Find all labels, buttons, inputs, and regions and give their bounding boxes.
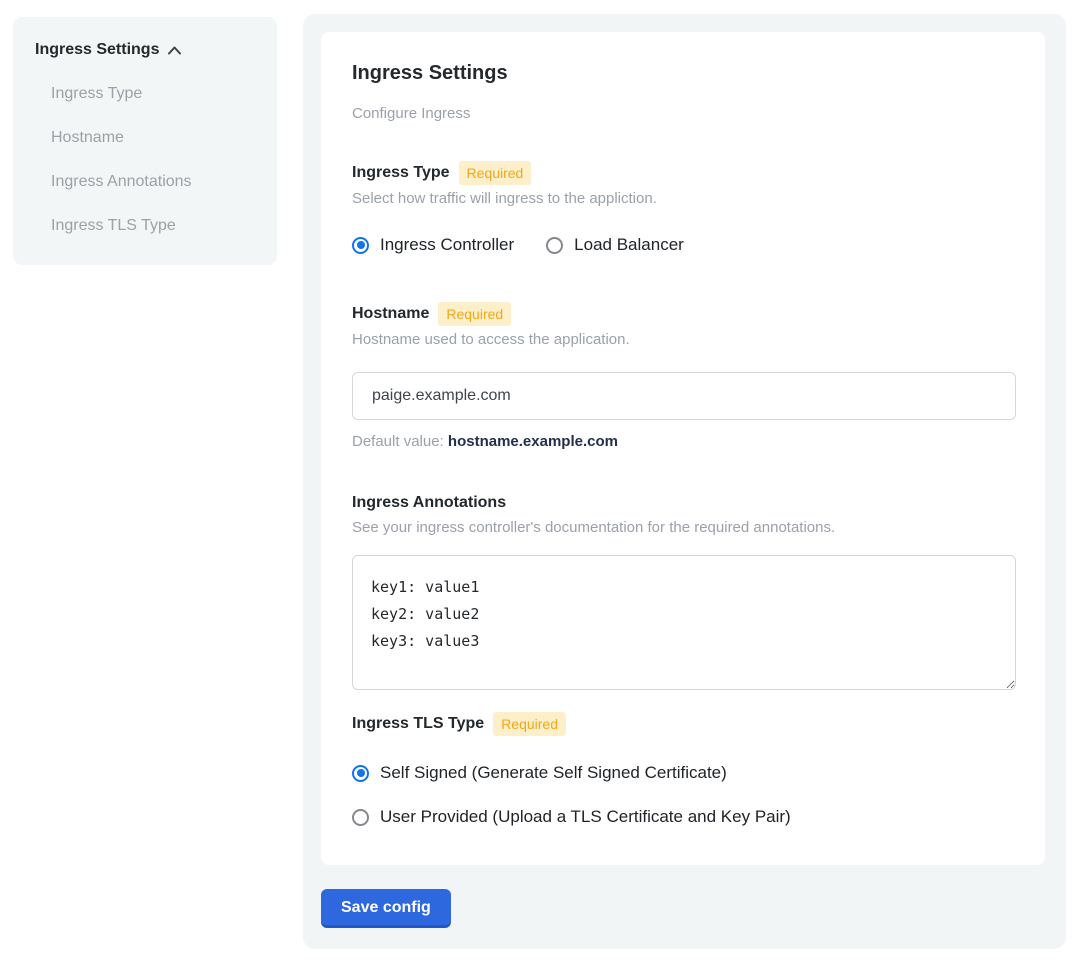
radio-selected-icon[interactable] (352, 765, 369, 782)
hostname-description: Hostname used to access the application. (352, 330, 1016, 350)
ingress-tls-radio-group: Self Signed (Generate Self Signed Certif… (352, 763, 1016, 827)
ingress-type-radio-group: Ingress Controller Load Balancer (352, 235, 1016, 255)
ingress-type-heading: Ingress Type Required (352, 161, 1016, 185)
required-badge: Required (438, 302, 511, 326)
hostname-default-line: Default value: hostname.example.com (352, 433, 1016, 450)
save-config-button[interactable]: Save config (321, 889, 451, 928)
ingress-annotations-label: Ingress Annotations (352, 492, 506, 514)
radio-self-signed-label: Self Signed (Generate Self Signed Certif… (380, 763, 727, 783)
sidebar-section-ingress-settings[interactable]: Ingress Settings (35, 41, 257, 59)
ingress-tls-type-label: Ingress TLS Type (352, 713, 484, 735)
radio-self-signed[interactable]: Self Signed (Generate Self Signed Certif… (352, 763, 1016, 783)
radio-load-balancer-label: Load Balancer (574, 235, 684, 255)
radio-ingress-controller[interactable]: Ingress Controller (352, 235, 514, 255)
radio-ingress-controller-label: Ingress Controller (380, 235, 514, 255)
sidebar-item-ingress-tls-type[interactable]: Ingress TLS Type (35, 217, 257, 235)
ingress-annotations-textarea[interactable]: key1: value1 key2: value2 key3: value3 (352, 555, 1016, 690)
radio-unselected-icon[interactable] (546, 237, 563, 254)
default-value-text: hostname.example.com (448, 433, 618, 450)
ingress-settings-panel: Ingress Settings Configure Ingress Ingre… (303, 14, 1066, 949)
ingress-type-label: Ingress Type (352, 162, 450, 184)
ingress-type-description: Select how traffic will ingress to the a… (352, 189, 1016, 209)
radio-load-balancer[interactable]: Load Balancer (546, 235, 684, 255)
required-badge: Required (459, 161, 532, 185)
sidebar-item-ingress-annotations[interactable]: Ingress Annotations (35, 173, 257, 191)
required-badge: Required (493, 712, 566, 736)
field-group-ingress-type: Ingress Type Required Select how traffic… (352, 161, 1016, 255)
hostname-heading: Hostname Required (352, 302, 1016, 326)
ingress-annotations-description: See your ingress controller's documentat… (352, 518, 1016, 538)
hostname-label: Hostname (352, 303, 429, 325)
radio-user-provided[interactable]: User Provided (Upload a TLS Certificate … (352, 807, 1016, 827)
radio-selected-icon[interactable] (352, 237, 369, 254)
field-group-ingress-annotations: Ingress Annotations See your ingress con… (352, 492, 1016, 690)
radio-unselected-icon[interactable] (352, 809, 369, 826)
ingress-settings-card: Ingress Settings Configure Ingress Ingre… (321, 32, 1045, 865)
page-subtitle: Configure Ingress (352, 104, 1016, 124)
sidebar-items: Ingress Type Hostname Ingress Annotation… (35, 85, 257, 235)
chevron-up-icon (167, 44, 182, 56)
settings-sidebar: Ingress Settings Ingress Type Hostname I… (13, 17, 277, 265)
radio-user-provided-label: User Provided (Upload a TLS Certificate … (380, 807, 791, 827)
sidebar-item-ingress-type[interactable]: Ingress Type (35, 85, 257, 103)
field-group-ingress-tls-type: Ingress TLS Type Required Self Signed (G… (352, 712, 1016, 827)
ingress-tls-type-heading: Ingress TLS Type Required (352, 712, 1016, 736)
hostname-input[interactable] (352, 372, 1016, 420)
field-group-hostname: Hostname Required Hostname used to acces… (352, 302, 1016, 450)
default-value-label: Default value: (352, 433, 444, 450)
sidebar-item-hostname[interactable]: Hostname (35, 129, 257, 147)
page-title: Ingress Settings (352, 61, 1016, 85)
ingress-annotations-heading: Ingress Annotations (352, 492, 1016, 514)
sidebar-section-label: Ingress Settings (35, 41, 159, 59)
